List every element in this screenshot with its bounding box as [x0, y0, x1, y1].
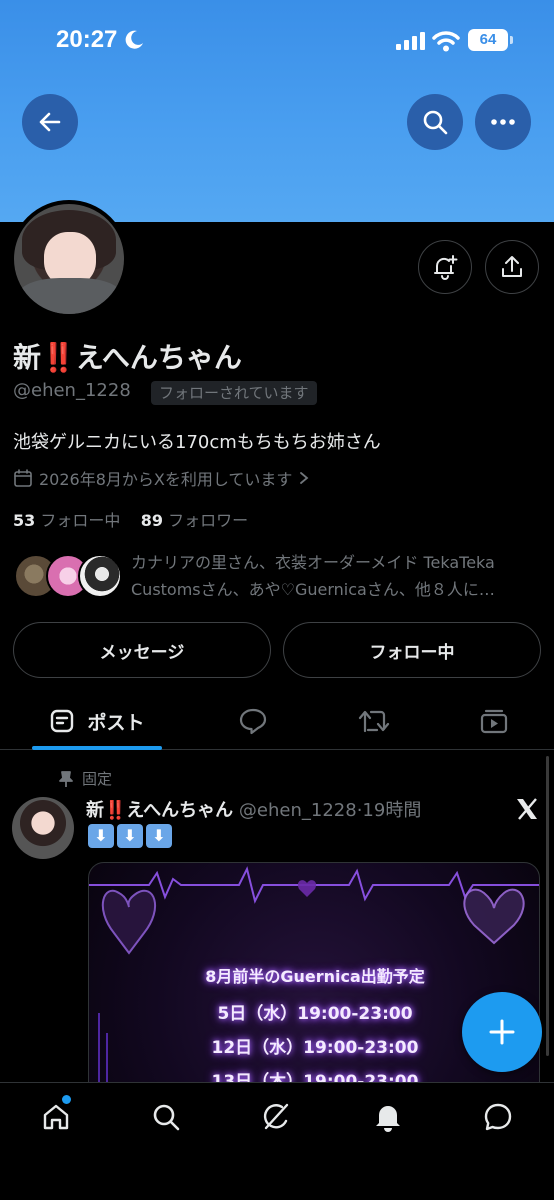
post-author-prefix: 新	[86, 800, 104, 821]
bell-icon	[376, 1106, 400, 1132]
avatar-sweater	[18, 278, 122, 314]
more-dots-icon	[491, 119, 515, 125]
search-icon	[423, 110, 448, 135]
profile-name: 新‼️えへんちゃん	[13, 336, 242, 376]
following-label: フォロー中	[40, 511, 121, 530]
follower-avatar-3[interactable]	[78, 554, 122, 598]
tab-replies[interactable]	[225, 692, 281, 750]
following-button[interactable]: フォロー中	[283, 622, 541, 678]
tab-posts[interactable]: ポスト	[32, 692, 162, 750]
profile-handle: @ehen_1228	[13, 380, 131, 401]
profile-name-prefix: 新	[13, 341, 42, 374]
tab-reposts[interactable]	[346, 692, 402, 750]
chat-bubble-icon	[484, 1103, 512, 1131]
post-author-handle[interactable]: @ehen_1228	[239, 800, 357, 821]
down-arrow-emoji: ⬇	[88, 824, 114, 848]
profile-name-suffix: えへんちゃん	[75, 341, 242, 374]
bell-plus-icon	[434, 255, 458, 280]
calendar-icon	[14, 469, 32, 487]
followers-label: フォロワー	[168, 511, 249, 530]
joined-date-text: 2026年8月からXを利用しています	[39, 470, 293, 489]
more-button[interactable]	[475, 94, 531, 150]
wifi-icon	[432, 31, 460, 52]
tab-posts-label: ポスト	[87, 711, 145, 734]
down-arrow-emoji: ⬇	[117, 824, 143, 848]
share-button[interactable]	[485, 240, 539, 294]
follow-counts: 53 フォロー中 89 フォロワー	[13, 507, 248, 531]
scrollbar[interactable]	[546, 756, 549, 1056]
pinned-label: 固定	[82, 770, 113, 788]
nav-home[interactable]	[38, 1099, 74, 1135]
notification-subscribe-button[interactable]	[418, 240, 472, 294]
grok-icon	[263, 1103, 289, 1130]
posts-tab-icon	[51, 709, 74, 733]
nav-messages[interactable]	[480, 1099, 516, 1135]
search-icon	[153, 1104, 180, 1131]
post-header: 新‼️えへんちゃん @ehen_1228·19時間	[86, 796, 421, 822]
post-author-suffix: えへんちゃん	[126, 800, 234, 821]
post-media-image[interactable]: 8月前半のGuernica出勤予定 5日（水）19:00-23:00 12日（水…	[88, 862, 540, 1100]
followers-count: 89	[140, 511, 163, 530]
profile-avatar[interactable]	[10, 200, 128, 318]
post-text-emoji: ⬇ ⬇ ⬇	[88, 824, 172, 848]
schedule-title: 8月前半のGuernica出勤予定	[205, 967, 425, 986]
down-arrow-emoji: ⬇	[146, 824, 172, 848]
pinned-indicator: 固定	[58, 768, 112, 789]
joined-date[interactable]: 2026年8月からXを利用しています	[13, 466, 310, 490]
post-double-exclamation-emoji: ‼️	[104, 800, 127, 821]
home-notification-dot	[62, 1095, 71, 1104]
bottom-navigation	[0, 1082, 554, 1200]
profile-bio: 池袋ゲルニカにいる170cmもちもちお姉さん	[13, 432, 381, 453]
follows-you-badge: フォローされています	[151, 381, 317, 405]
share-icon	[502, 256, 522, 277]
reply-bubble-icon	[239, 708, 267, 735]
tab-media[interactable]	[466, 692, 522, 750]
chevron-right-icon	[300, 472, 309, 484]
nav-notifications[interactable]	[370, 1099, 406, 1135]
message-button[interactable]: メッセージ	[13, 622, 271, 678]
status-time: 20:27	[56, 26, 118, 53]
moon-icon	[125, 30, 143, 49]
status-bar: 20:27 64	[0, 0, 554, 84]
home-icon	[43, 1104, 69, 1130]
post-author-avatar[interactable]	[12, 797, 74, 859]
followers-you-know[interactable]: カナリアの里さん、衣装オーダーメイド TekaTeka Customsさん、あや…	[131, 549, 541, 603]
battery-level: 64	[468, 29, 508, 51]
plus-icon	[489, 1019, 515, 1045]
repost-icon	[358, 710, 390, 733]
back-arrow-icon	[39, 112, 61, 132]
post-author-name[interactable]: 新‼️えへんちゃん	[86, 800, 233, 821]
pin-icon	[59, 770, 73, 787]
x-logo-icon	[517, 798, 537, 820]
nav-search[interactable]	[148, 1099, 184, 1135]
following-link[interactable]: 53 フォロー中	[13, 511, 120, 530]
signal-icon	[396, 32, 425, 50]
profile-tabs: ポスト	[0, 692, 554, 750]
video-stack-icon	[480, 709, 508, 734]
nav-grok[interactable]	[258, 1099, 294, 1135]
followers-link[interactable]: 89 フォロワー	[141, 511, 248, 530]
back-button[interactable]	[22, 94, 78, 150]
search-button[interactable]	[407, 94, 463, 150]
post-time: 19時間	[362, 800, 422, 821]
active-tab-indicator	[32, 746, 162, 750]
compose-post-button[interactable]	[462, 992, 542, 1072]
battery-tip	[510, 36, 513, 44]
following-count: 53	[13, 511, 36, 530]
double-exclamation-emoji: ‼️	[41, 341, 76, 374]
